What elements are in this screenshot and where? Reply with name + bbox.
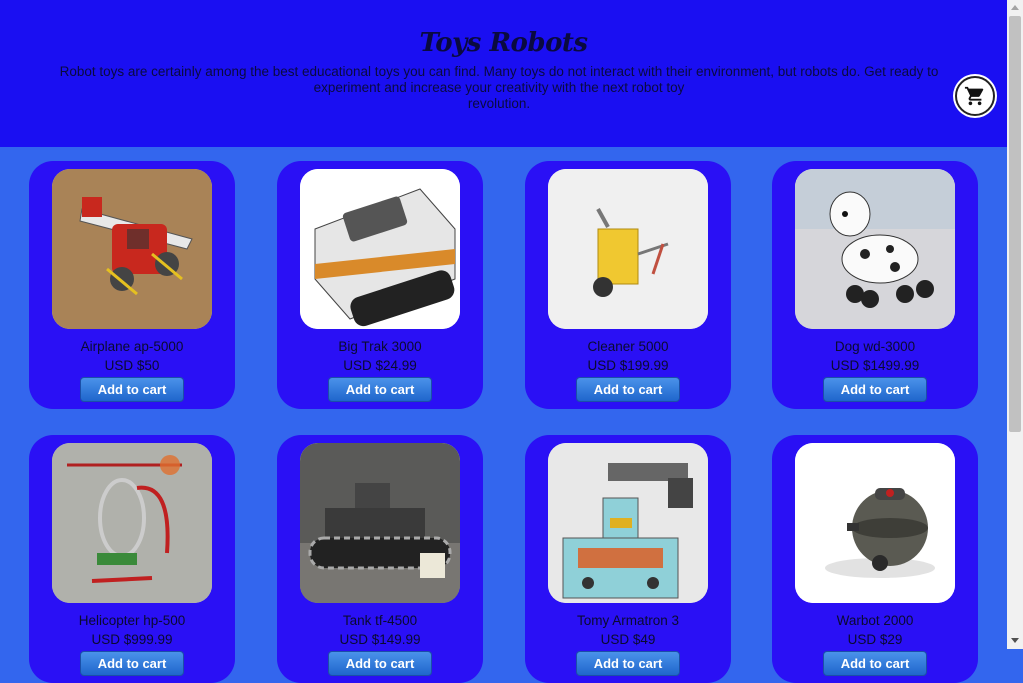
product-image[interactable] <box>548 443 708 603</box>
add-to-cart-button[interactable]: Add to cart <box>576 651 680 676</box>
product-card: Dog wd-3000 USD $1499.99 Add to cart <box>772 161 978 409</box>
product-price: USD $1499.99 <box>830 358 920 373</box>
product-name: Warbot 2000 <box>836 613 914 628</box>
description-line: Robot toys are certainly among the best … <box>59 64 939 79</box>
cart-button[interactable] <box>955 76 995 116</box>
add-to-cart-button[interactable]: Add to cart <box>328 651 432 676</box>
product-price: USD $50 <box>104 358 160 373</box>
product-image[interactable] <box>52 169 212 329</box>
product-image[interactable] <box>300 443 460 603</box>
vertical-scrollbar[interactable] <box>1007 0 1023 649</box>
product-name: Big Trak 3000 <box>338 339 422 354</box>
product-price: USD $49 <box>600 632 656 647</box>
product-image[interactable] <box>52 443 212 603</box>
product-price: USD $24.99 <box>343 358 417 373</box>
add-to-cart-button[interactable]: Add to cart <box>80 377 184 402</box>
product-name: Helicopter hp-500 <box>78 613 186 628</box>
product-price: USD $29 <box>847 632 903 647</box>
product-card: Warbot 2000 USD $29 Add to cart <box>772 435 978 683</box>
description-line: experiment and increase your creativity … <box>313 80 685 95</box>
product-card: Tank tf-4500 USD $149.99 Add to cart <box>277 435 483 683</box>
product-image[interactable] <box>795 169 955 329</box>
product-card: Helicopter hp-500 USD $999.99 Add to car… <box>29 435 235 683</box>
scroll-up-arrow-icon[interactable] <box>1011 5 1019 10</box>
product-card: Cleaner 5000 USD $199.99 Add to cart <box>525 161 731 409</box>
add-to-cart-button[interactable]: Add to cart <box>80 651 184 676</box>
product-image[interactable] <box>795 443 955 603</box>
add-to-cart-button[interactable]: Add to cart <box>576 377 680 402</box>
scroll-down-arrow-icon[interactable] <box>1011 638 1019 643</box>
page-header: Toys Robots Robot toys are certainly amo… <box>0 0 1007 147</box>
product-name: Tomy Armatron 3 <box>576 613 680 628</box>
add-to-cart-button[interactable]: Add to cart <box>823 651 927 676</box>
page-description: Robot toys are certainly among the best … <box>20 64 978 112</box>
product-image[interactable] <box>548 169 708 329</box>
product-card: Big Trak 3000 USD $24.99 Add to cart <box>277 161 483 409</box>
product-card: Tomy Armatron 3 USD $49 Add to cart <box>525 435 731 683</box>
scrollbar-thumb[interactable] <box>1009 16 1021 432</box>
product-price: USD $999.99 <box>91 632 173 647</box>
product-name: Cleaner 5000 <box>587 339 669 354</box>
add-to-cart-button[interactable]: Add to cart <box>823 377 927 402</box>
product-image[interactable] <box>300 169 460 329</box>
product-name: Dog wd-3000 <box>834 339 916 354</box>
shopping-cart-icon <box>964 86 984 106</box>
description-line: revolution. <box>467 96 531 111</box>
product-card: Airplane ap-5000 USD $50 Add to cart <box>29 161 235 409</box>
product-price: USD $149.99 <box>339 632 421 647</box>
product-name: Tank tf-4500 <box>342 613 418 628</box>
page-title: Toys Robots <box>419 28 588 58</box>
product-price: USD $199.99 <box>587 358 669 373</box>
product-name: Airplane ap-5000 <box>80 339 184 354</box>
add-to-cart-button[interactable]: Add to cart <box>328 377 432 402</box>
